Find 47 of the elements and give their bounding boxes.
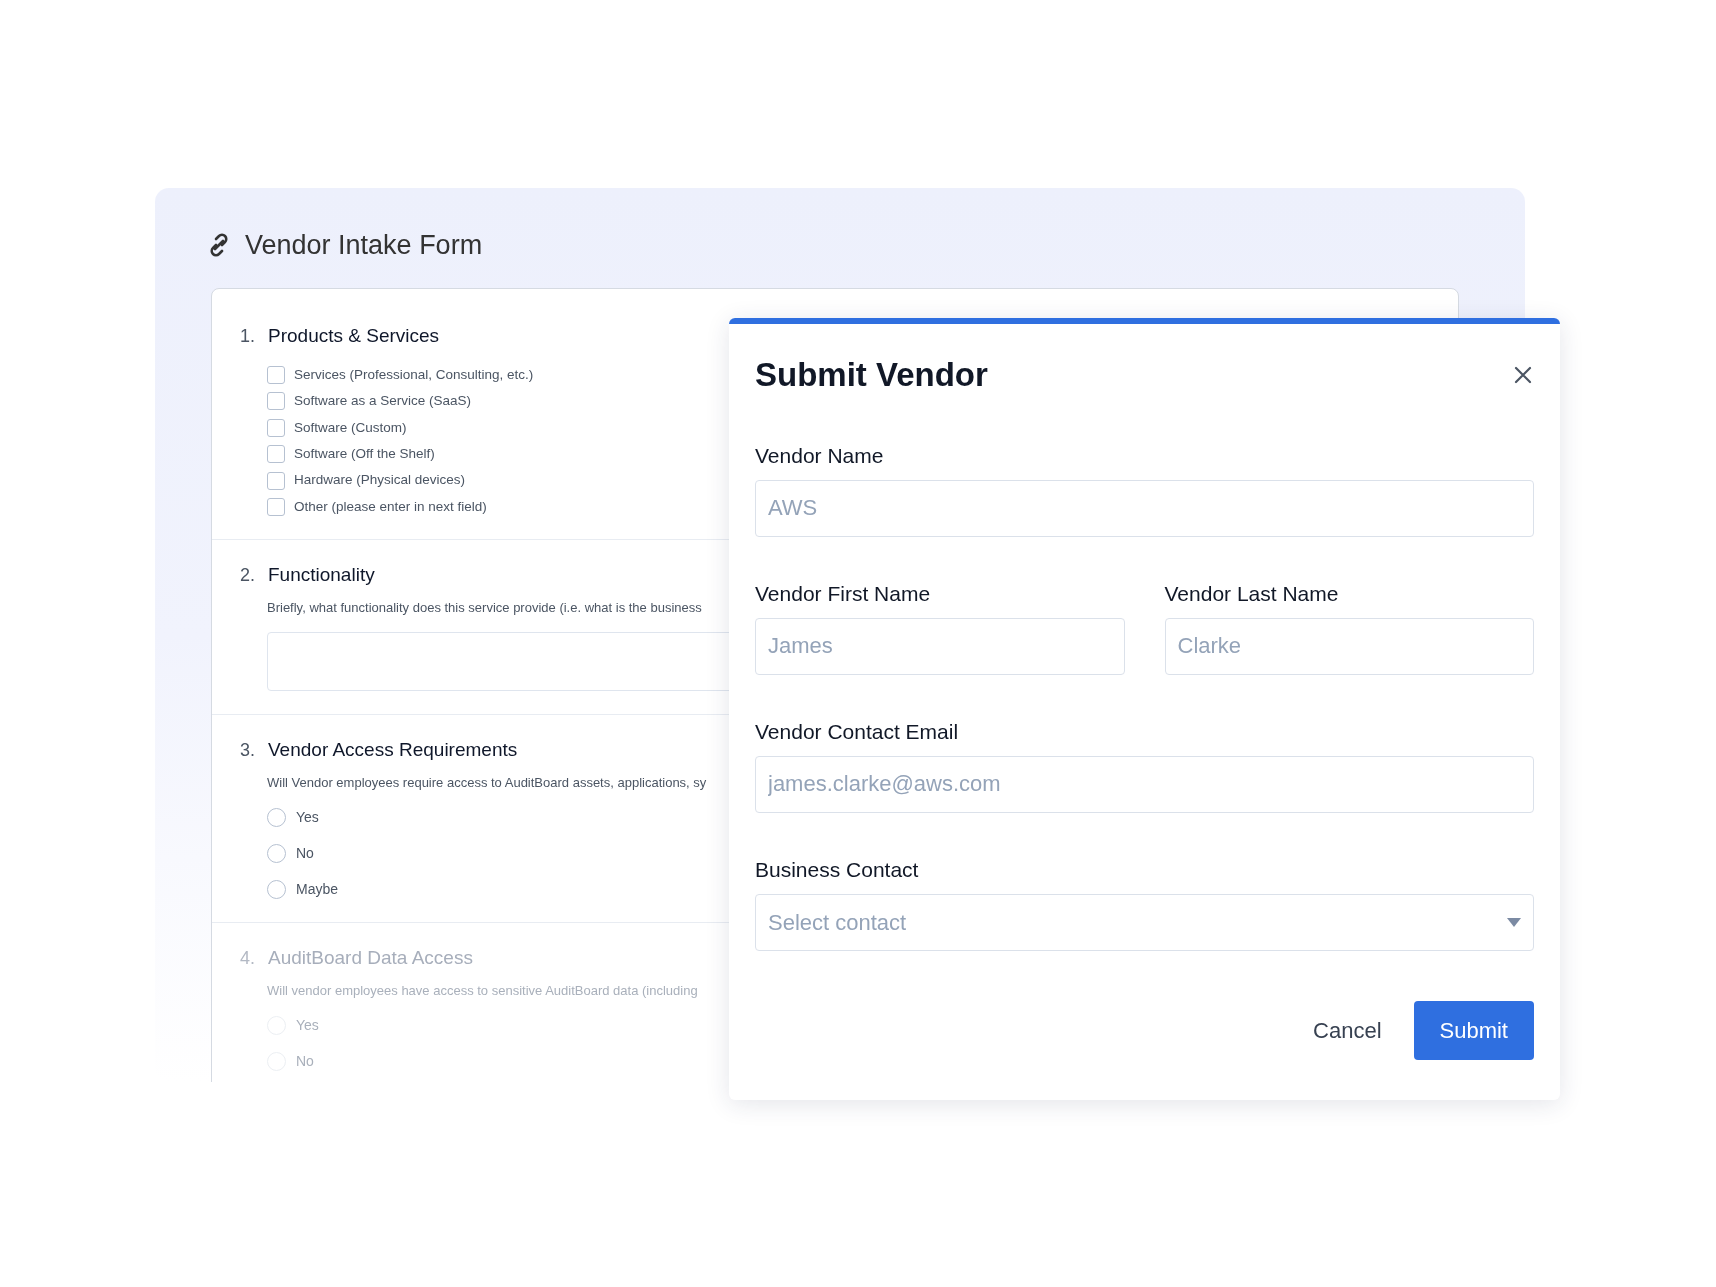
submit-button[interactable]: Submit — [1413, 1000, 1534, 1060]
field-label: Vendor First Name — [755, 581, 932, 606]
checkbox[interactable] — [267, 392, 285, 411]
text-field[interactable]: AWS — [755, 479, 1534, 537]
form-title: Vendor Intake Form — [245, 229, 483, 262]
radio-label: Yes — [296, 1015, 319, 1035]
cancel-button[interactable]: Cancel — [1313, 1000, 1382, 1060]
section-title: Vendor Access Requirements — [268, 738, 518, 761]
text-field[interactable]: james.clarke@aws.com — [755, 755, 1534, 813]
field-label: Vendor Name — [755, 443, 885, 468]
checkbox-label: Software as a Service (SaaS) — [294, 392, 472, 411]
checkbox[interactable] — [267, 445, 285, 464]
checkbox[interactable] — [267, 366, 285, 384]
section-title: Functionality — [268, 563, 375, 586]
checkbox[interactable] — [267, 497, 285, 516]
radio-button[interactable] — [267, 879, 286, 899]
field-label: Vendor Last Name — [1164, 581, 1340, 606]
checkbox-label: Other (please enter in next field) — [294, 497, 487, 516]
select-placeholder: Select contact — [768, 908, 907, 937]
radio-label: Yes — [296, 807, 319, 827]
radio-button[interactable] — [267, 807, 286, 827]
checkbox-label: Services (Professional, Consulting, etc.) — [294, 365, 534, 384]
section-title: AuditBoard Data Access — [268, 946, 473, 969]
section-description: Will vendor employees have access to sensitive AuditBoard data (including — [267, 981, 698, 1000]
field-label: Vendor Contact Email — [755, 719, 960, 744]
section-number: 1. — [240, 325, 256, 347]
section-title: Products & Services — [268, 325, 440, 347]
checkbox[interactable] — [267, 471, 285, 490]
checkbox-label: Software (Custom) — [294, 418, 407, 437]
radio-button[interactable] — [267, 843, 286, 863]
section-number: 2. — [240, 563, 256, 586]
select-field[interactable]: Select contact — [755, 893, 1534, 951]
section-number: 4. — [240, 946, 256, 969]
field-label: Business Contact — [755, 857, 920, 882]
section-description: Briefly, what functionality does this service provide (i.e. what is the business — [267, 598, 702, 617]
section-number: 3. — [240, 738, 256, 761]
dialog-title: Submit Vendor — [755, 355, 988, 395]
text-field[interactable]: Clarke — [1164, 617, 1534, 675]
radio-label: No — [296, 1051, 314, 1071]
checkbox-label: Software (Off the Shelf) — [294, 445, 435, 464]
radio-label: No — [296, 843, 314, 863]
radio-label: Maybe — [296, 879, 339, 899]
dropdown-caret-icon — [1507, 917, 1521, 927]
checkbox-label: Hardware (Physical devices) — [294, 471, 466, 490]
text-field[interactable]: James — [755, 617, 1125, 675]
section-description: Will Vendor employees require access to AuditBoard assets, applications, sy — [267, 773, 707, 792]
checkbox[interactable] — [267, 418, 285, 437]
